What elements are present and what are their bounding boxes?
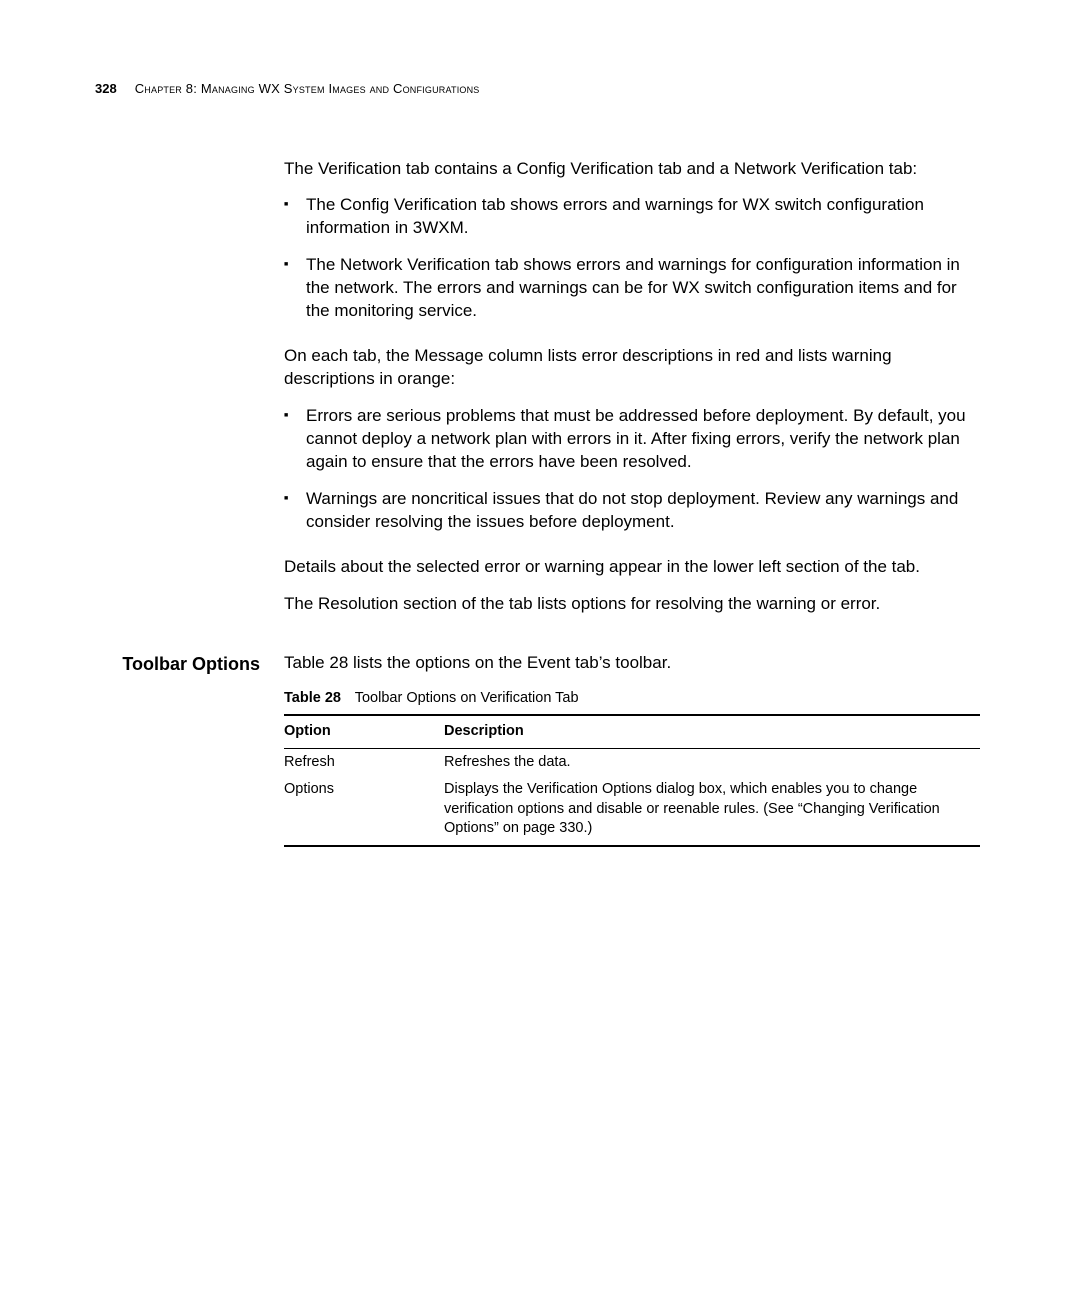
table-row: Options Displays the Verification Option… <box>284 776 980 846</box>
paragraph: The Resolution section of the tab lists … <box>284 593 980 616</box>
paragraph: On each tab, the Message column lists er… <box>284 345 980 391</box>
cell-option: Options <box>284 776 444 846</box>
page-number: 328 <box>95 80 117 98</box>
paragraph: Details about the selected error or warn… <box>284 556 980 579</box>
table-title: Toolbar Options on Verification Tab <box>355 690 579 706</box>
running-header: 328 Chapter 8: Managing WX System Images… <box>95 80 980 98</box>
table-caption: Table 28 Toolbar Options on Verification… <box>284 689 980 709</box>
list-item: Warnings are noncritical issues that do … <box>306 488 980 534</box>
list-item: The Network Verification tab shows error… <box>306 254 980 323</box>
cell-option: Refresh <box>284 748 444 776</box>
col-header-option: Option <box>284 715 444 748</box>
list-item: Errors are serious problems that must be… <box>306 405 980 474</box>
table-row: Refresh Refreshes the data. <box>284 748 980 776</box>
paragraph: The Verification tab contains a Config V… <box>284 158 980 181</box>
cell-description: Displays the Verification Options dialog… <box>444 776 980 846</box>
list-item: The Config Verification tab shows errors… <box>306 194 980 240</box>
cell-description: Refreshes the data. <box>444 748 980 776</box>
paragraph: Table 28 lists the options on the Event … <box>284 652 980 675</box>
chapter-title: Chapter 8: Managing WX System Images and… <box>135 80 480 98</box>
section-heading: Toolbar Options <box>122 654 260 674</box>
options-table: Option Description Refresh Refreshes the… <box>284 714 980 847</box>
table-header-row: Option Description <box>284 715 980 748</box>
table-label: Table 28 <box>284 690 341 706</box>
col-header-description: Description <box>444 715 980 748</box>
